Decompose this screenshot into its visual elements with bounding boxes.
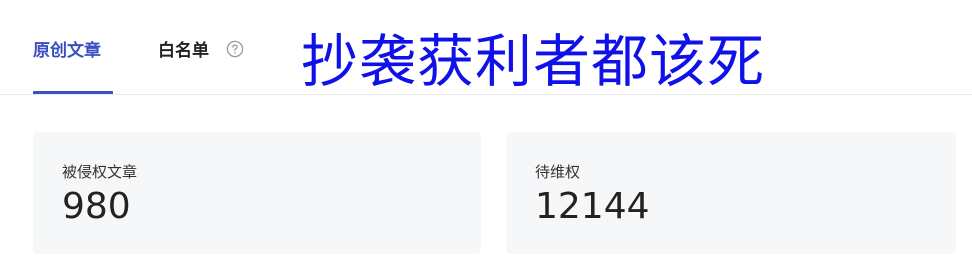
help-circle-icon[interactable]	[226, 40, 244, 58]
pending-rights-count: 12144	[535, 186, 650, 227]
infringed-articles-card: 被侵权文章 980	[33, 132, 481, 254]
infringed-articles-label: 被侵权文章	[62, 163, 138, 181]
overlay-caption: 抄袭获利者都该死	[301, 29, 765, 95]
pending-rights-label: 待维权	[535, 163, 581, 181]
infringed-articles-count: 980	[62, 186, 131, 227]
pending-rights-card: 待维权 12144	[506, 132, 956, 254]
tab-original-articles[interactable]: 原创文章	[33, 38, 101, 64]
tab-whitelist[interactable]: 白名单	[158, 38, 209, 64]
